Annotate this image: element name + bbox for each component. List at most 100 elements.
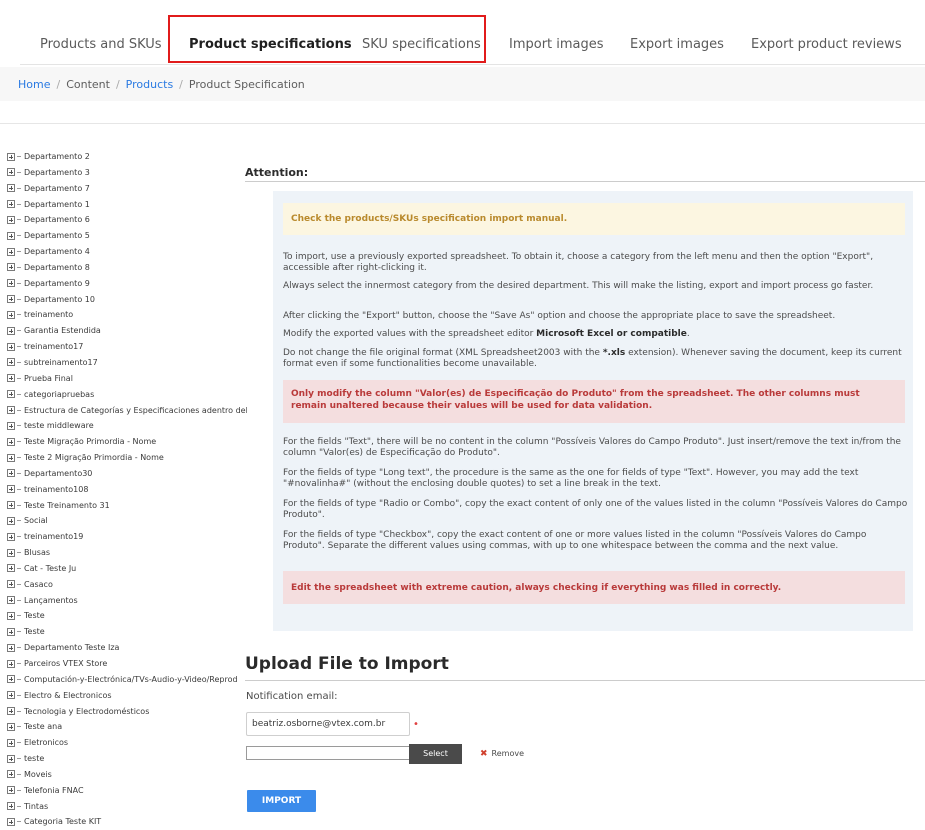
tree-item-label[interactable]: Teste — [24, 611, 45, 620]
tree-item[interactable]: Tintas — [7, 799, 247, 815]
tree-item[interactable]: Teste 2 Migração Primordia - Nome — [7, 450, 247, 466]
tree-item[interactable]: subtreinamento17 — [7, 355, 247, 371]
expand-plus-icon[interactable] — [7, 659, 15, 668]
tree-item[interactable]: Departamento 1 — [7, 197, 247, 213]
tree-item[interactable]: Categoria Teste KIT — [7, 814, 247, 830]
tree-item[interactable]: Parceiros VTEX Store — [7, 656, 247, 672]
tree-item[interactable]: Departamento 5 — [7, 228, 247, 244]
tree-item-label[interactable]: Prueba Final — [24, 374, 73, 383]
tree-item-label[interactable]: treinamento17 — [24, 342, 83, 351]
expand-plus-icon[interactable] — [7, 611, 15, 620]
expand-plus-icon[interactable] — [7, 596, 15, 605]
notification-email-input[interactable] — [246, 712, 410, 736]
tree-item-label[interactable]: treinamento108 — [24, 485, 88, 494]
tree-item[interactable]: Departamento 8 — [7, 260, 247, 276]
import-button[interactable]: IMPORT — [247, 790, 316, 812]
tree-item[interactable]: Garantia Estendida — [7, 323, 247, 339]
tree-item[interactable]: Teste — [7, 624, 247, 640]
tree-item-label[interactable]: Lançamentos — [24, 596, 78, 605]
expand-plus-icon[interactable] — [7, 200, 15, 209]
expand-plus-icon[interactable] — [7, 516, 15, 525]
expand-plus-icon[interactable] — [7, 168, 15, 177]
tree-item-label[interactable]: Teste ana — [24, 722, 62, 731]
tree-item[interactable]: Computación-y-Electrónica/TVs-Audio-y-Vi… — [7, 672, 247, 688]
tree-item[interactable]: Departamento 9 — [7, 276, 247, 292]
tree-item[interactable]: Blusas — [7, 545, 247, 561]
tab-import-images[interactable]: Import images — [509, 37, 604, 52]
tree-item-label[interactable]: Moveis — [24, 770, 52, 779]
tree-item[interactable]: Estructura de Categorías y Especificacio… — [7, 403, 247, 419]
tree-item-label[interactable]: Departamento Teste Iza — [24, 643, 119, 652]
expand-plus-icon[interactable] — [7, 310, 15, 319]
expand-plus-icon[interactable] — [7, 802, 15, 811]
expand-plus-icon[interactable] — [7, 485, 15, 494]
expand-plus-icon[interactable] — [7, 691, 15, 700]
expand-plus-icon[interactable] — [7, 707, 15, 716]
tree-item[interactable]: Departamento 3 — [7, 165, 247, 181]
tree-item-label[interactable]: Garantia Estendida — [24, 326, 101, 335]
tree-item-label[interactable]: Departamento 2 — [24, 152, 90, 161]
tree-item-label[interactable]: Tintas — [24, 802, 48, 811]
tree-item-label[interactable]: Departamento 6 — [24, 215, 90, 224]
tree-item-label[interactable]: Categoria Teste KIT — [24, 817, 101, 826]
tree-item-label[interactable]: Teste — [24, 627, 45, 636]
tab-export-images[interactable]: Export images — [630, 37, 724, 52]
tree-item-label[interactable]: teste — [24, 754, 44, 763]
tree-item-label[interactable]: Telefonia FNAC — [24, 786, 84, 795]
tree-item-label[interactable]: Electro & Electronicos — [24, 691, 112, 700]
tree-item-label[interactable]: categoriapruebas — [24, 390, 94, 399]
expand-plus-icon[interactable] — [7, 326, 15, 335]
tree-item-label[interactable]: Social — [24, 516, 48, 525]
expand-plus-icon[interactable] — [7, 295, 15, 304]
file-path-input[interactable] — [246, 746, 410, 760]
tree-item[interactable]: Prueba Final — [7, 371, 247, 387]
tree-item-label[interactable]: teste middleware — [24, 421, 94, 430]
tree-item-label[interactable]: Parceiros VTEX Store — [24, 659, 107, 668]
tree-item-label[interactable]: treinamento19 — [24, 532, 83, 541]
tab-products-and-skus[interactable]: Products and SKUs — [40, 37, 162, 52]
tree-item-label[interactable]: Teste Migração Primordia - Nome — [24, 437, 156, 446]
tab-export-product-reviews[interactable]: Export product reviews — [751, 37, 902, 52]
tree-item-label[interactable]: Tecnologia y Electrodomésticos — [24, 707, 149, 716]
tree-item[interactable]: Departamento 2 — [7, 149, 247, 165]
tree-item[interactable]: Departamento 7 — [7, 181, 247, 197]
expand-plus-icon[interactable] — [7, 279, 15, 288]
tree-item[interactable]: Tecnologia y Electrodomésticos — [7, 704, 247, 720]
import-manual-notice[interactable]: Check the products/SKUs specification im… — [283, 203, 905, 235]
tree-item-label[interactable]: Departamento 9 — [24, 279, 90, 288]
tree-item-label[interactable]: Blusas — [24, 548, 50, 557]
expand-plus-icon[interactable] — [7, 469, 15, 478]
expand-plus-icon[interactable] — [7, 231, 15, 240]
tree-item-label[interactable]: Departamento 3 — [24, 168, 90, 177]
expand-plus-icon[interactable] — [7, 548, 15, 557]
tree-item[interactable]: Telefonia FNAC — [7, 783, 247, 799]
tree-item-label[interactable]: Departamento 10 — [24, 295, 95, 304]
tree-item-label[interactable]: Departamento 4 — [24, 247, 90, 256]
tree-item[interactable]: Lançamentos — [7, 593, 247, 609]
tree-item[interactable]: Departamento 4 — [7, 244, 247, 260]
tree-item[interactable]: teste middleware — [7, 418, 247, 434]
tree-item-label[interactable]: Teste Treinamento 31 — [24, 501, 110, 510]
tree-item[interactable]: Social — [7, 513, 247, 529]
tree-item[interactable]: categoriapruebas — [7, 387, 247, 403]
expand-plus-icon[interactable] — [7, 421, 15, 430]
expand-plus-icon[interactable] — [7, 501, 15, 510]
tree-item[interactable]: Departamento30 — [7, 466, 247, 482]
tree-item-label[interactable]: Departamento 1 — [24, 200, 90, 209]
expand-plus-icon[interactable] — [7, 358, 15, 367]
expand-plus-icon[interactable] — [7, 215, 15, 224]
tree-item-label[interactable]: Computación-y-Electrónica/TVs-Audio-y-Vi… — [24, 675, 238, 684]
tree-item-label[interactable]: Departamento30 — [24, 469, 92, 478]
tree-item[interactable]: Eletronicos — [7, 735, 247, 751]
tree-item[interactable]: Departamento 10 — [7, 292, 247, 308]
expand-plus-icon[interactable] — [7, 643, 15, 652]
expand-plus-icon[interactable] — [7, 453, 15, 462]
select-file-button[interactable]: Select — [409, 744, 462, 764]
tree-item[interactable]: Departamento 6 — [7, 212, 247, 228]
expand-plus-icon[interactable] — [7, 786, 15, 795]
expand-plus-icon[interactable] — [7, 564, 15, 573]
tree-item[interactable]: Teste ana — [7, 719, 247, 735]
expand-plus-icon[interactable] — [7, 374, 15, 383]
expand-plus-icon[interactable] — [7, 770, 15, 779]
tree-item[interactable]: treinamento17 — [7, 339, 247, 355]
